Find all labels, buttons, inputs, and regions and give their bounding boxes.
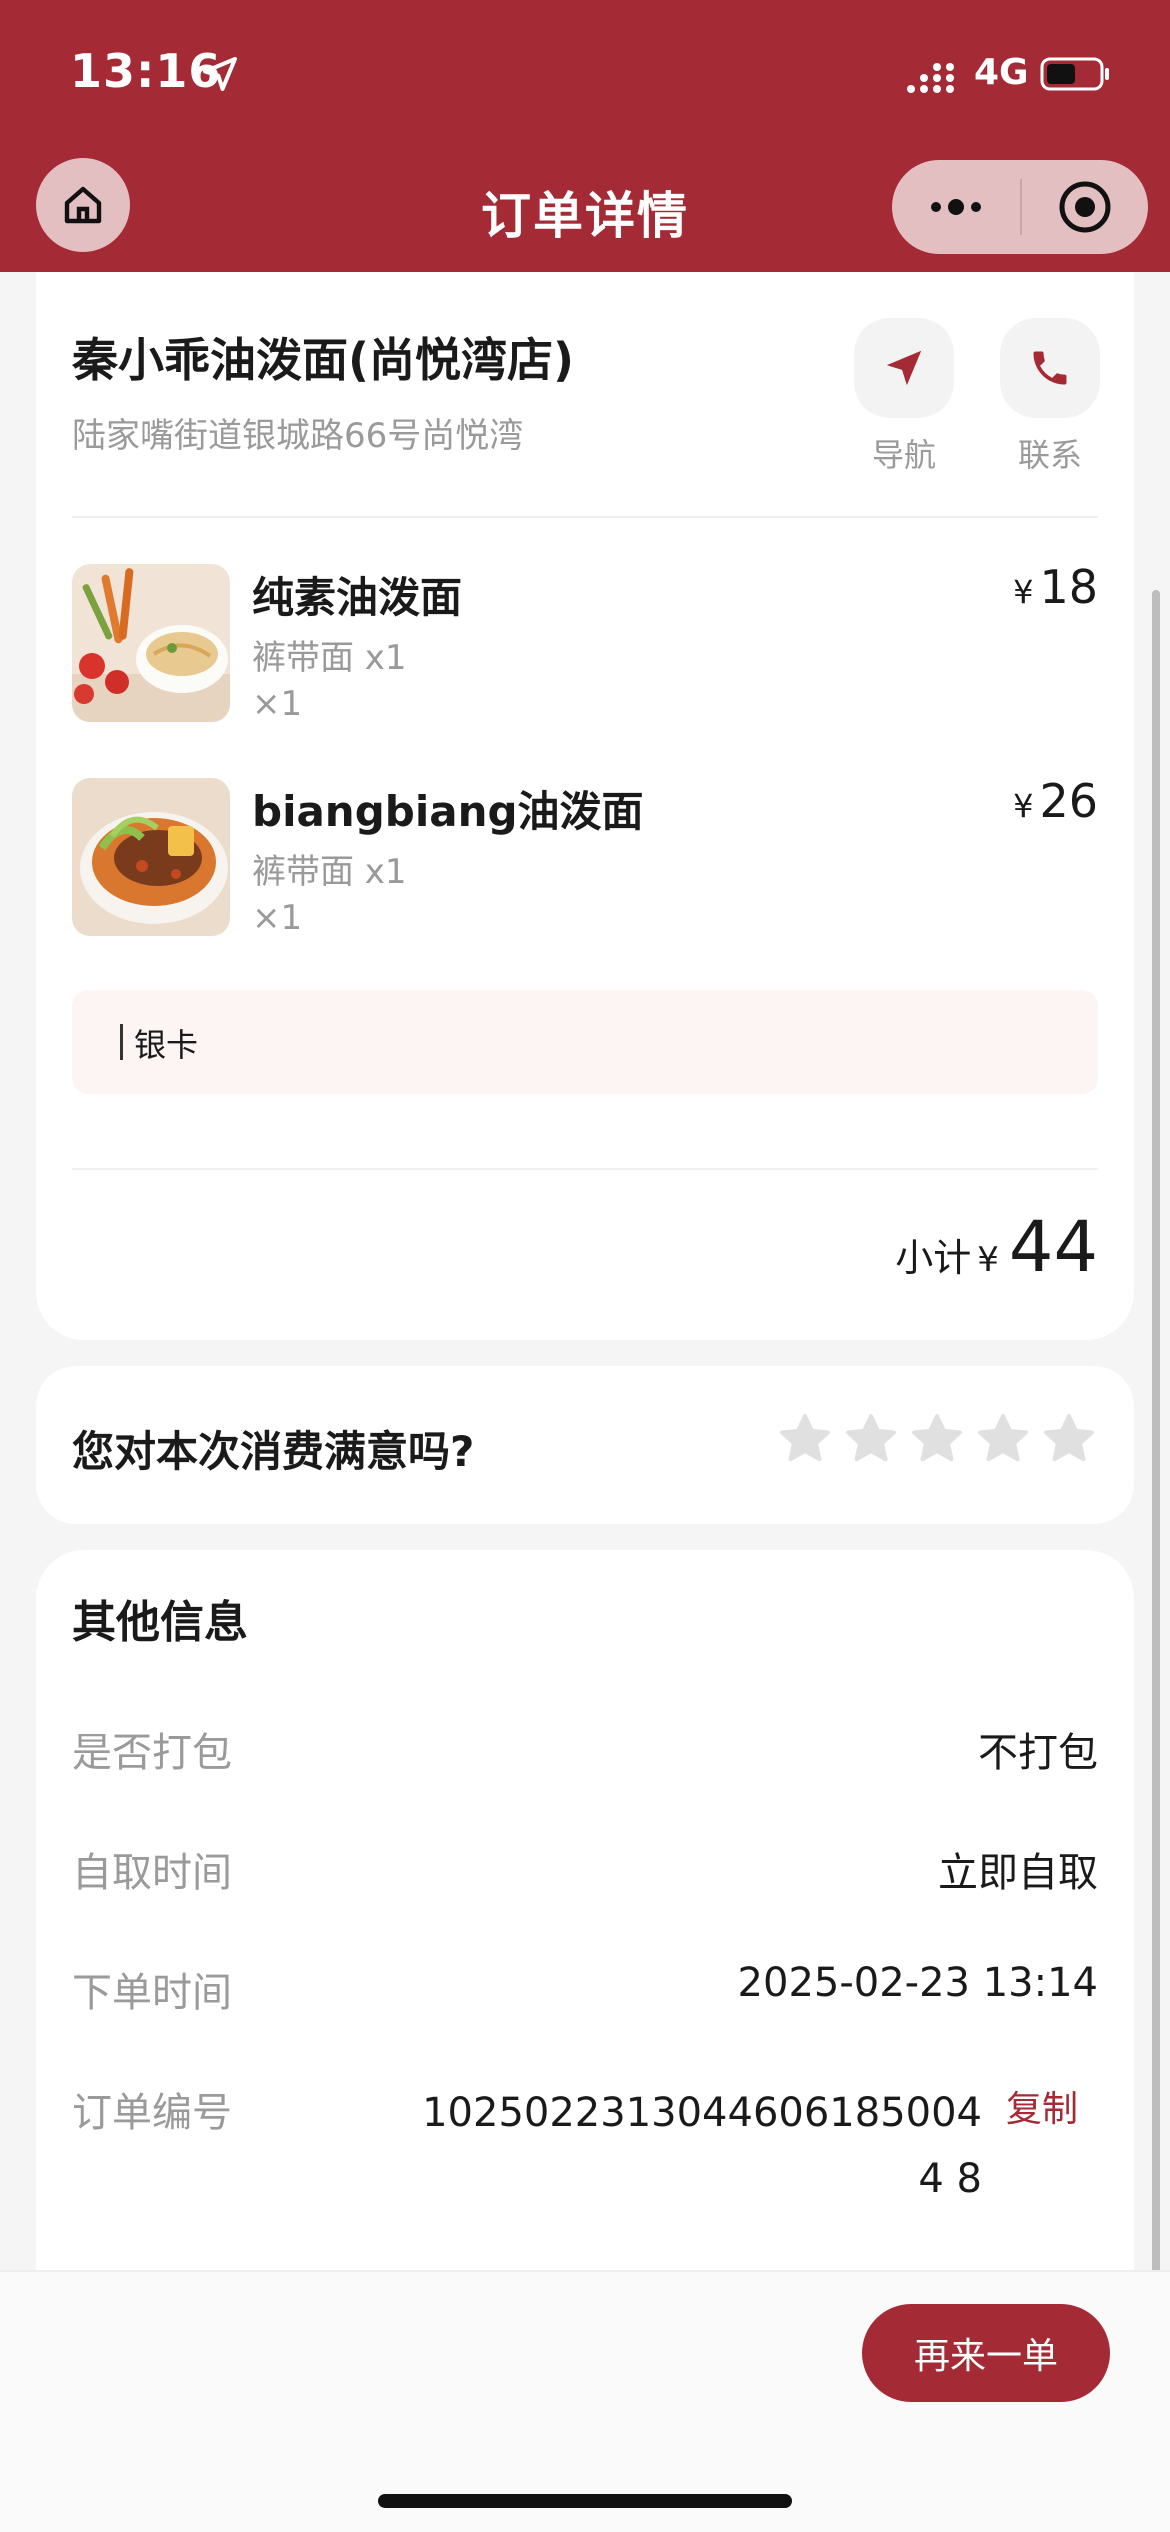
other-info-card: 其他信息 是否打包 不打包 自取时间 立即自取 下单时间 2025-02-23 … <box>36 1550 1134 2350</box>
divider <box>72 1168 1098 1170</box>
price-value: 18 <box>1039 560 1098 614</box>
section-title: 其他信息 <box>72 1597 248 1648</box>
scrollbar[interactable] <box>1152 590 1160 2290</box>
info-row-order-time: 下单时间 2025-02-23 13:14 <box>72 1960 1098 2020</box>
order-number: 10250223130446061850044 8 <box>422 2090 982 2202</box>
order-note: 银卡 <box>72 990 1098 1094</box>
info-value: 立即自取 <box>938 1850 1098 1896</box>
info-key: 订单编号 <box>72 2090 232 2136</box>
info-value: 2025-02-23 13:14 <box>737 1960 1098 2006</box>
bottom-action-bar: 再来一单 <box>0 2270 1170 2532</box>
item-quantity: ×1 <box>252 898 303 938</box>
item-name: biangbiang油泼面 <box>252 787 644 836</box>
star-icon[interactable] <box>776 1410 834 1468</box>
star-rating <box>776 1410 1098 1468</box>
navigate-label: 导航 <box>871 436 936 474</box>
phone-icon <box>1033 351 1067 385</box>
item-image <box>72 778 230 936</box>
info-row-order-number: 订单编号 10250223130446061850044 8 复制 <box>72 2080 1098 2220</box>
info-row-pickup-time: 自取时间 立即自取 <box>72 1840 1098 1900</box>
currency-symbol: ¥ <box>977 1240 999 1280</box>
item-price: ¥18 <box>1013 560 1098 614</box>
info-value: 不打包 <box>978 1730 1098 1776</box>
item-price: ¥26 <box>1013 774 1098 828</box>
subtotal-label: 小计 <box>895 1236 972 1280</box>
reorder-button[interactable]: 再来一单 <box>862 2304 1110 2402</box>
rating-question: 您对本次消费满意吗? <box>72 1427 475 1476</box>
store-name: 秦小乖油泼面(尚悦湾店) <box>72 333 575 387</box>
item-image <box>72 564 230 722</box>
info-key: 下单时间 <box>72 1970 232 2016</box>
store-address: 陆家嘴街道银城路66号尚悦湾 <box>72 416 524 456</box>
navigate-button[interactable]: 导航 <box>854 318 954 476</box>
currency-symbol: ¥ <box>1013 787 1034 825</box>
order-card: 秦小乖油泼面(尚悦湾店) 陆家嘴街道银城路66号尚悦湾 导航 联系 纯素油泼面 … <box>36 272 1134 1340</box>
price-value: 26 <box>1039 774 1098 828</box>
star-icon[interactable] <box>974 1410 1032 1468</box>
star-icon[interactable] <box>908 1410 966 1468</box>
divider <box>72 516 1098 518</box>
header-bar: 13:16 4G 订单详情 <box>0 0 1170 272</box>
order-item: 纯素油泼面 裤带面 x1 ×1 ¥18 <box>72 560 1098 724</box>
info-key: 是否打包 <box>72 1730 232 1776</box>
info-row-packing: 是否打包 不打包 <box>72 1720 1098 1780</box>
contact-button[interactable]: 联系 <box>1000 318 1100 476</box>
order-item: biangbiang油泼面 裤带面 x1 ×1 ¥26 <box>72 774 1098 938</box>
more-dots-icon <box>931 199 981 215</box>
currency-symbol: ¥ <box>1013 573 1034 611</box>
info-key: 自取时间 <box>72 1850 232 1896</box>
target-icon <box>1059 181 1111 233</box>
home-indicator <box>378 2494 792 2508</box>
location-arrow-icon <box>203 57 237 91</box>
subtotal-amount: 44 <box>1008 1206 1098 1288</box>
contact-label: 联系 <box>1017 436 1082 474</box>
star-icon[interactable] <box>1040 1410 1098 1468</box>
note-text: 银卡 <box>134 1026 199 1064</box>
battery-icon <box>1040 57 1109 91</box>
mini-program-capsule <box>892 160 1148 254</box>
close-mini-program-button[interactable] <box>1022 160 1148 254</box>
more-button[interactable] <box>892 160 1020 254</box>
status-time: 13:16 <box>70 44 222 98</box>
contact-circle <box>1000 318 1100 418</box>
signal-icon <box>907 63 954 93</box>
item-spec: 裤带面 x1 <box>252 638 407 678</box>
navigation-arrow-icon <box>886 350 922 386</box>
subtotal: 小计 ¥ 44 <box>895 1206 1098 1288</box>
copy-button[interactable]: 复制 <box>1006 2080 1078 2132</box>
star-icon[interactable] <box>842 1410 900 1468</box>
note-bar <box>120 1024 123 1060</box>
item-spec: 裤带面 x1 <box>252 852 407 892</box>
navigate-circle <box>854 318 954 418</box>
item-name: 纯素油泼面 <box>252 573 463 622</box>
network-type: 4G <box>974 52 1029 93</box>
status-bar: 13:16 4G <box>0 0 1170 150</box>
rating-card: 您对本次消费满意吗? <box>36 1366 1134 1524</box>
item-quantity: ×1 <box>252 684 303 724</box>
